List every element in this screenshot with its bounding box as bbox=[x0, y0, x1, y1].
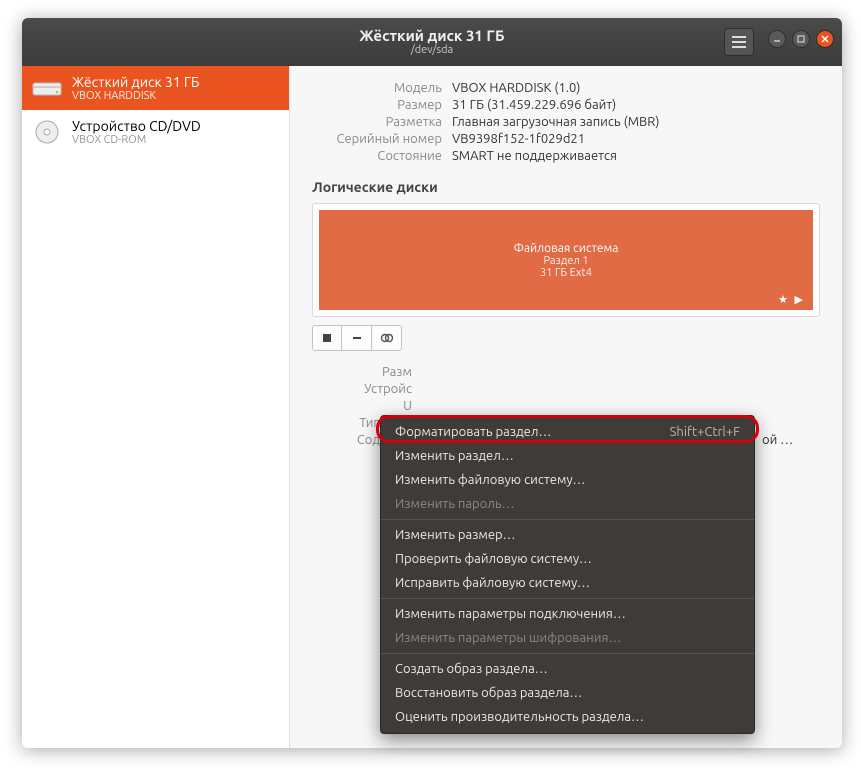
menu-separator bbox=[381, 653, 754, 654]
prop-key: Состояние bbox=[312, 149, 452, 163]
sidebar-device-hdd[interactable]: Жёсткий диск 31 ГБ VBOX HARDDISK bbox=[22, 66, 289, 110]
content-link[interactable]: ой … bbox=[762, 433, 793, 447]
prop-row: РазметкаГлавная загрузочная запись (MBR) bbox=[312, 115, 820, 129]
volume-size-label: 31 ГБ Ext4 bbox=[540, 267, 592, 279]
minimize-button[interactable] bbox=[768, 30, 786, 48]
hdd-icon bbox=[32, 75, 62, 101]
prop-value: Главная загрузочная запись (MBR) bbox=[452, 115, 659, 129]
menu-check-filesystem[interactable]: Проверить файловую систему… bbox=[381, 547, 754, 571]
menu-repair-filesystem[interactable]: Исправить файловую систему… bbox=[381, 571, 754, 595]
detail-key: Устройс bbox=[312, 382, 422, 396]
prop-key: Модель bbox=[312, 81, 452, 95]
app-menu-button[interactable] bbox=[724, 28, 754, 56]
prop-row: СостояниеSMART не поддерживается bbox=[312, 149, 820, 163]
volume-indicators: ★ ▶ bbox=[778, 293, 805, 306]
menu-restore-image[interactable]: Восстановить образ раздела… bbox=[381, 681, 754, 705]
sidebar-device-cdrom[interactable]: Устройство CD/DVD VBOX CD-ROM bbox=[22, 110, 289, 154]
volumes-heading: Логические диски bbox=[312, 179, 820, 195]
titlebar: Жёсткий диск 31 ГБ /dev/sda bbox=[22, 18, 842, 66]
close-button[interactable] bbox=[816, 30, 834, 48]
device-model: VBOX CD-ROM bbox=[72, 134, 201, 146]
menu-edit-partition[interactable]: Изменить раздел… bbox=[381, 444, 754, 468]
prop-row: МодельVBOX HARDDISK (1.0) bbox=[312, 81, 820, 95]
prop-row: Размер31 ГБ (31.459.229.696 байт) bbox=[312, 98, 820, 112]
device-title: Устройство CD/DVD bbox=[72, 118, 201, 134]
volume-toolbar bbox=[312, 325, 820, 351]
prop-key: Размер bbox=[312, 98, 452, 112]
menu-edit-filesystem[interactable]: Изменить файловую систему… bbox=[381, 468, 754, 492]
window-controls bbox=[768, 30, 834, 48]
partition-context-menu: Форматировать раздел… Shift+Ctrl+F Измен… bbox=[380, 415, 755, 734]
unmount-button[interactable] bbox=[312, 325, 342, 351]
menu-encryption-options: Изменить параметры шифрования… bbox=[381, 626, 754, 650]
menu-benchmark[interactable]: Оценить производительность раздела… bbox=[381, 705, 754, 729]
cdrom-icon bbox=[32, 119, 62, 145]
window-title: Жёсткий диск 31 ГБ bbox=[359, 27, 504, 44]
menu-label: Форматировать раздел… bbox=[395, 425, 551, 439]
volume-fs-label: Файловая система bbox=[514, 242, 619, 255]
detail-key: Разм bbox=[312, 365, 422, 379]
menu-accelerator: Shift+Ctrl+F bbox=[670, 425, 740, 439]
prop-value: VB9398f152-1f029d21 bbox=[452, 132, 585, 146]
menu-separator bbox=[381, 519, 754, 520]
partition-options-button[interactable] bbox=[372, 325, 402, 351]
window-subtitle: /dev/sda bbox=[359, 44, 504, 57]
device-sidebar: Жёсткий диск 31 ГБ VBOX HARDDISK Устройс… bbox=[22, 66, 290, 748]
prop-key: Серийный номер bbox=[312, 132, 452, 146]
volume-partition[interactable]: Файловая система Раздел 1 31 ГБ Ext4 ★ ▶ bbox=[319, 210, 813, 310]
prop-value: SMART не поддерживается bbox=[452, 149, 617, 163]
volume-partition-label: Раздел 1 bbox=[543, 255, 588, 267]
prop-key: Разметка bbox=[312, 115, 452, 129]
prop-value: 31 ГБ (31.459.229.696 байт) bbox=[452, 98, 616, 112]
device-title: Жёсткий диск 31 ГБ bbox=[72, 74, 199, 90]
prop-row: Серийный номерVB9398f152-1f029d21 bbox=[312, 132, 820, 146]
prop-value: VBOX HARDDISK (1.0) bbox=[452, 81, 580, 95]
menu-resize[interactable]: Изменить размер… bbox=[381, 523, 754, 547]
menu-separator bbox=[381, 598, 754, 599]
volume-box: Файловая система Раздел 1 31 ГБ Ext4 ★ ▶ bbox=[312, 203, 820, 317]
menu-format-partition[interactable]: Форматировать раздел… Shift+Ctrl+F bbox=[381, 420, 754, 444]
menu-mount-options[interactable]: Изменить параметры подключения… bbox=[381, 602, 754, 626]
menu-change-password: Изменить пароль… bbox=[381, 492, 754, 516]
delete-partition-button[interactable] bbox=[342, 325, 372, 351]
maximize-button[interactable] bbox=[792, 30, 810, 48]
menu-create-image[interactable]: Создать образ раздела… bbox=[381, 657, 754, 681]
detail-key: U bbox=[312, 399, 422, 413]
device-model: VBOX HARDDISK bbox=[72, 90, 199, 102]
